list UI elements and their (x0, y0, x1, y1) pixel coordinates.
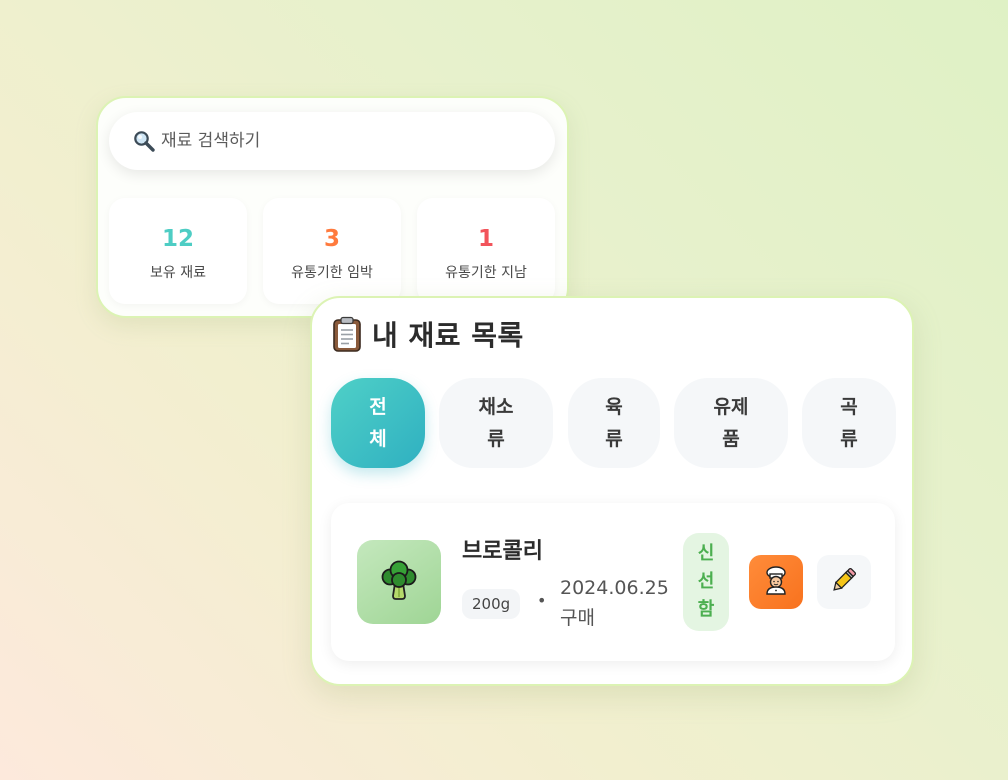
status-badge-char-1: 신 (697, 543, 715, 564)
stat-expiring-soon-value: 3 (323, 226, 340, 252)
tab-meat-label-1: 육 (605, 396, 623, 418)
search-icon (131, 128, 157, 154)
stat-expired: 1 유통기한 지남 (417, 198, 555, 304)
stat-expired-label: 유통기한 지남 (445, 265, 527, 281)
clipboard-icon (332, 316, 362, 352)
status-badge-char-2: 선 (697, 571, 715, 592)
tab-grains-label-2: 류 (840, 428, 858, 450)
search-bar[interactable] (109, 112, 555, 170)
broccoli-icon (378, 559, 420, 605)
tab-all[interactable]: 전 체 (331, 378, 425, 468)
tab-all-label-2: 체 (369, 428, 387, 450)
list-title: 내 재료 목록 (372, 319, 524, 352)
status-badge-char-3: 함 (697, 599, 715, 620)
stat-owned: 12 보유 재료 (109, 198, 247, 304)
status-badge: 신 선 함 (683, 533, 729, 631)
item-name: 브로콜리 (462, 539, 543, 564)
list-header: 내 재료 목록 (332, 314, 524, 354)
stat-expired-value: 1 (477, 226, 494, 252)
cook-icon (761, 565, 791, 599)
item-date: 2024.06.25 (560, 577, 669, 599)
tab-meat[interactable]: 육 류 (568, 378, 660, 468)
tab-dairy-label-1: 유제 (713, 396, 749, 418)
tab-vegetables-label-2: 류 (487, 428, 505, 450)
item-date-suffix: 구매 (560, 607, 595, 629)
tab-vegetables[interactable]: 채소 류 (439, 378, 553, 468)
edit-button[interactable] (817, 555, 871, 609)
pencil-icon (829, 565, 859, 599)
item-meta-separator: • (537, 591, 547, 610)
tab-grains[interactable]: 곡 류 (802, 378, 896, 468)
tab-meat-label-2: 류 (605, 428, 623, 450)
item-purchase-date: 2024.06.25 구매 (560, 573, 672, 633)
summary-card: 12 보유 재료 3 유통기한 임박 1 유통기한 지남 (96, 96, 569, 318)
tab-all-label-1: 전 (369, 396, 387, 418)
tab-dairy-label-2: 품 (722, 428, 740, 450)
tab-grains-label-1: 곡 (840, 396, 858, 418)
item-quantity: 200g (462, 589, 521, 619)
list-item[interactable]: 브로콜리 200g • 2024.06.25 구매 신 선 함 (331, 503, 895, 661)
ingredient-list-card: 내 재료 목록 전 체 채소 류 육 류 유제 품 곡 류 브로콜리 200g … (310, 296, 914, 686)
cook-button[interactable] (749, 555, 803, 609)
stat-expiring-soon: 3 유통기한 임박 (263, 198, 401, 304)
tab-vegetables-label-1: 채소 (478, 396, 514, 418)
search-input[interactable] (161, 131, 521, 151)
stat-owned-label: 보유 재료 (150, 265, 206, 281)
stat-owned-value: 12 (161, 226, 194, 252)
tab-dairy[interactable]: 유제 품 (674, 378, 788, 468)
item-thumbnail (357, 540, 441, 624)
stats-row: 12 보유 재료 3 유통기한 임박 1 유통기한 지남 (109, 198, 557, 304)
stat-expiring-soon-label: 유통기한 임박 (291, 265, 373, 281)
